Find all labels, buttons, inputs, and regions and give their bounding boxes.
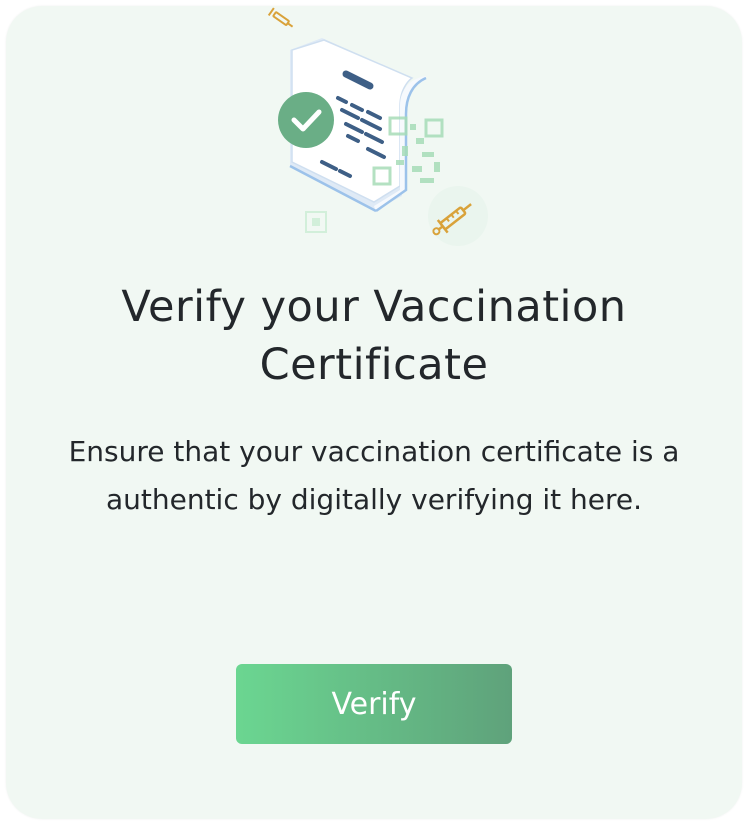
page-description: Ensure that your vaccination certificate… bbox=[68, 435, 680, 516]
syringe-icon bbox=[267, 7, 294, 28]
verify-certificate-card: Verify your Vaccination Certificate Ensu… bbox=[6, 6, 742, 819]
verify-button[interactable]: Verify bbox=[236, 664, 512, 744]
syringe-badge-icon bbox=[428, 186, 488, 246]
certificate-illustration bbox=[267, 7, 488, 246]
page-title: Verify your Vaccination Certificate bbox=[121, 282, 627, 390]
check-badge-icon bbox=[278, 92, 334, 148]
